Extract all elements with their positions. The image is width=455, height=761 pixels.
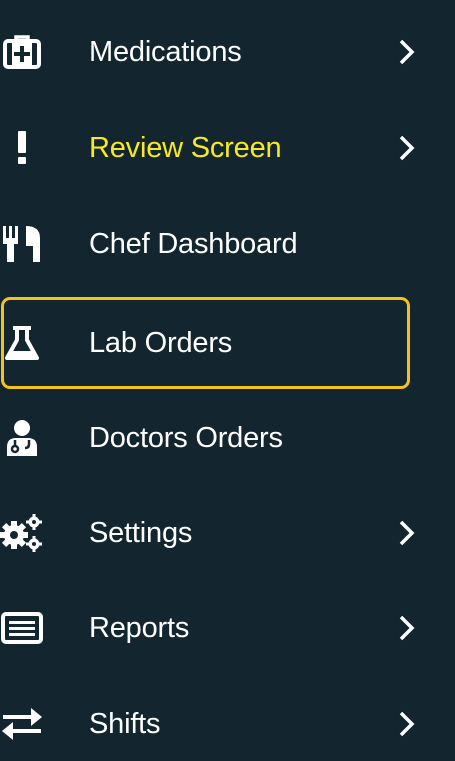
cogs-icon: [0, 511, 44, 555]
sidebar-item-label: Medications: [89, 35, 242, 68]
sidebar-item-review-screen[interactable]: Review Screen: [0, 103, 455, 193]
chevron-right-icon: [399, 711, 415, 737]
sidebar-item-doctors-orders[interactable]: Doctors Orders: [0, 393, 455, 483]
chevron-right-icon: [399, 615, 415, 641]
sidebar-item-settings[interactable]: Settings: [0, 488, 455, 578]
sidebar-item-reports[interactable]: Reports: [0, 583, 455, 673]
sidebar-item-lab-orders[interactable]: Lab Orders: [0, 298, 455, 388]
utensils-icon: [0, 222, 44, 266]
sidebar-item-shifts[interactable]: Shifts: [0, 679, 455, 761]
sidebar-item-label: Settings: [89, 516, 193, 549]
list-alt-icon: [0, 606, 44, 650]
sidebar-item-label: Chef Dashboard: [89, 227, 298, 260]
sidebar-item-label: Doctors Orders: [89, 421, 283, 454]
exclamation-icon: [0, 126, 44, 170]
user-doctor-icon: [0, 416, 44, 460]
flask-icon: [0, 321, 44, 365]
medkit-icon: [0, 30, 44, 74]
exchange-icon: [0, 702, 44, 746]
sidebar-item-label: Review Screen: [89, 131, 282, 164]
sidebar-item-chef-dashboard[interactable]: Chef Dashboard: [0, 199, 455, 289]
sidebar-item-medications[interactable]: Medications: [0, 7, 455, 97]
sidebar-item-label: Shifts: [89, 707, 161, 740]
sidebar-nav: Medications Review Screen Chef Dashboard…: [0, 0, 455, 761]
chevron-right-icon: [399, 135, 415, 161]
sidebar-item-label: Reports: [89, 611, 190, 644]
sidebar-item-label: Lab Orders: [89, 326, 233, 359]
chevron-right-icon: [399, 39, 415, 65]
chevron-right-icon: [399, 520, 415, 546]
